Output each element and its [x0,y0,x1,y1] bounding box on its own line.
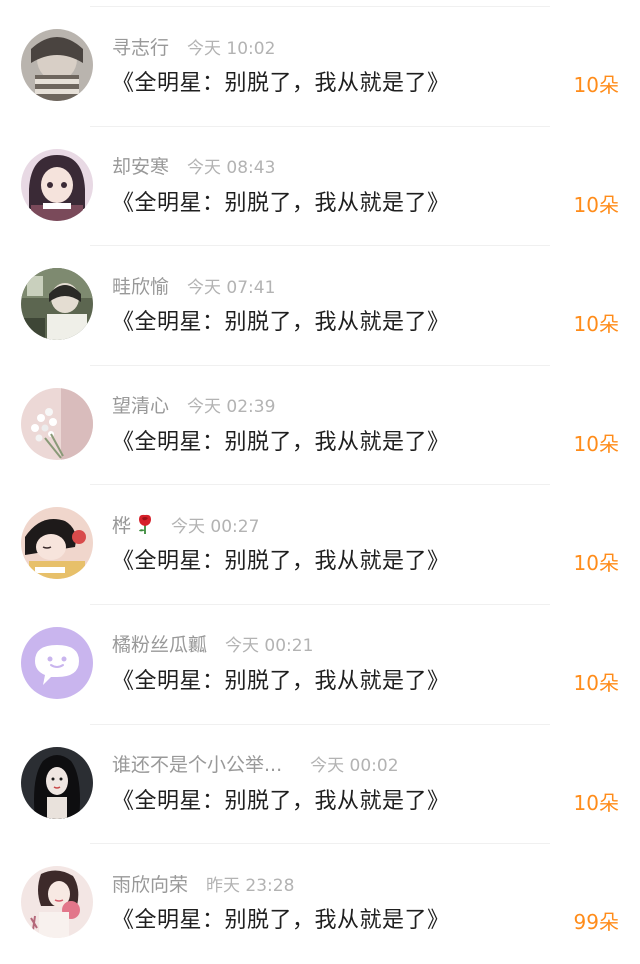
flower-count: 10朵 [573,790,619,815]
avatar-image [21,268,93,341]
username-text: 橘粉丝瓜瓤 [112,634,208,657]
flower-count: 10朵 [573,670,619,695]
username[interactable]: 却安寒 [112,152,169,179]
avatar[interactable] [21,29,93,101]
row-meta: 寻志行 今天 10:02 [112,31,275,61]
flower-count: 10朵 [573,73,619,97]
timestamp: 今天 02:39 [187,397,276,418]
timestamp: 今天 00:21 [225,636,314,657]
book-title[interactable]: 《全明星：别脱了，我从就是了》 [112,543,450,575]
username[interactable]: 雨欣向荣 [112,870,188,897]
username[interactable]: 畦欣愉 [112,272,169,299]
avatar[interactable] [21,148,93,221]
timestamp: 昨天 23:28 [206,875,295,896]
book-title[interactable]: 《全明星：别脱了，我从就是了》 [112,424,450,456]
avatar-image [21,29,93,101]
username[interactable]: 橘粉丝瓜瓤 [112,630,207,657]
flower-count: 10朵 [573,551,619,576]
username-text: 望清心 [112,395,170,418]
chat-bubble-icon [21,626,93,699]
book-title[interactable]: 《全明星：别脱了，我从就是了》 [112,65,450,97]
username-text: 谁还不是个小公举... [112,754,283,777]
list-item[interactable]: 却安寒 今天 08:43 《全明星：别脱了，我从就是了》 10朵 [0,127,640,247]
list-item[interactable]: 桦 今天 00:27 《全明星：别脱了，我从就是了》 10朵 [0,485,640,605]
avatar-image [21,746,93,819]
timestamp: 今天 10:02 [187,38,276,59]
username-text: 畦欣愉 [112,275,170,298]
timestamp: 今天 08:43 [187,158,276,179]
username[interactable]: 谁还不是个小公举... [112,750,282,777]
row-meta: 畦欣愉 今天 07:41 [112,270,275,300]
list-item[interactable]: 雨欣向荣 昨天 23:28 《全明星：别脱了，我从就是了》 99朵 [0,844,640,964]
list-item[interactable]: 谁还不是个小公举... 今天 00:02 《全明星：别脱了，我从就是了》 10朵 [0,725,640,845]
flower-count: 10朵 [573,192,619,217]
book-title[interactable]: 《全明星：别脱了，我从就是了》 [112,663,450,695]
username-text: 雨欣向荣 [112,873,189,896]
username[interactable]: 桦 [112,511,155,538]
row-meta: 桦 今天 00:27 [112,509,259,539]
list-item[interactable]: 橘粉丝瓜瓤 今天 00:21 《全明星：别脱了，我从就是了》 10朵 [0,605,640,725]
flower-list: 寻志行 今天 10:02 《全明星：别脱了，我从就是了》 10朵 却安寒 今天 … [0,7,640,964]
list-item[interactable]: 畦欣愉 今天 07:41 《全明星：别脱了，我从就是了》 10朵 [0,246,640,366]
avatar[interactable] [21,387,93,460]
username-text: 桦 [112,514,132,537]
avatar-image [21,866,93,939]
book-title[interactable]: 《全明星：别脱了，我从就是了》 [112,185,450,217]
avatar-image [21,387,93,460]
book-title[interactable]: 《全明星：别脱了，我从就是了》 [112,902,450,934]
row-meta: 雨欣向荣 昨天 23:28 [112,868,294,898]
avatar-image [21,507,93,580]
row-meta: 望清心 今天 02:39 [112,390,275,420]
username[interactable]: 寻志行 [112,33,169,60]
avatar-image [21,148,93,221]
avatar[interactable] [21,626,93,699]
book-title[interactable]: 《全明星：别脱了，我从就是了》 [112,783,450,815]
avatar[interactable] [21,507,93,580]
username-text: 却安寒 [112,156,170,179]
timestamp: 今天 00:27 [171,516,260,537]
flower-count: 10朵 [573,431,619,456]
avatar[interactable] [21,746,93,819]
book-title[interactable]: 《全明星：别脱了，我从就是了》 [112,304,450,336]
flower-count: 10朵 [573,312,619,337]
row-meta: 橘粉丝瓜瓤 今天 00:21 [112,629,313,659]
rose-icon [139,515,152,535]
row-meta: 却安寒 今天 08:43 [112,151,275,181]
timestamp: 今天 00:02 [310,756,399,777]
username[interactable]: 望清心 [112,391,169,418]
username-text: 寻志行 [112,36,170,59]
flower-count: 99朵 [573,910,619,935]
avatar[interactable] [21,866,93,939]
list-item[interactable]: 望清心 今天 02:39 《全明星：别脱了，我从就是了》 10朵 [0,366,640,486]
avatar[interactable] [21,268,93,341]
row-meta: 谁还不是个小公举... 今天 00:02 [112,749,399,779]
timestamp: 今天 07:41 [187,277,276,298]
list-item[interactable]: 寻志行 今天 10:02 《全明星：别脱了，我从就是了》 10朵 [0,7,640,127]
